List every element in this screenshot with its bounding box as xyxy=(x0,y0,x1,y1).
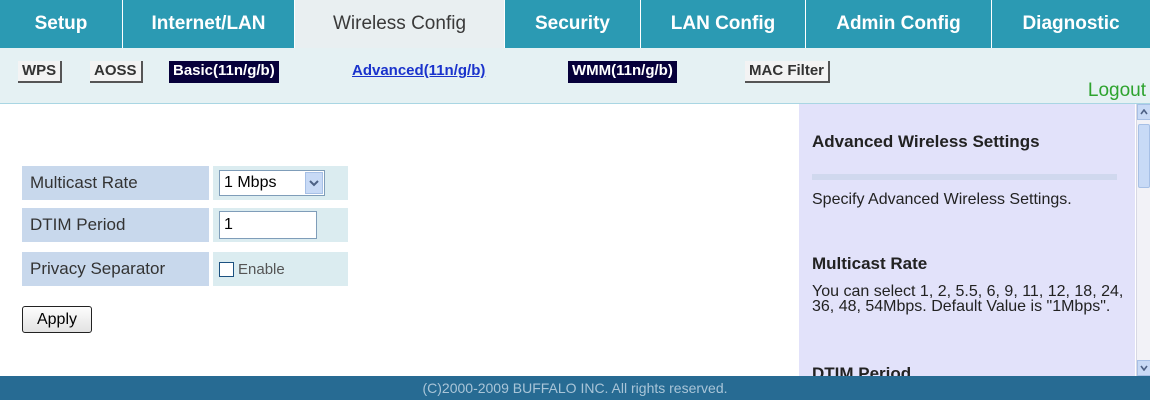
privacy-separator-checkbox[interactable] xyxy=(219,261,234,277)
help-panel: Advanced Wireless Settings Specify Advan… xyxy=(799,104,1135,376)
tab-diagnostic[interactable]: Diagnostic xyxy=(992,0,1150,48)
help-dtim-heading: DTIM Period xyxy=(812,364,912,376)
tab-setup[interactable]: Setup xyxy=(0,0,123,48)
subtab-basic[interactable]: Basic(11n/g/b) xyxy=(169,61,279,83)
help-multicast-text: You can select 1, 2, 5.5, 6, 9, 11, 12, … xyxy=(812,283,1124,315)
scrollbar-thumb[interactable] xyxy=(1138,124,1150,188)
scroll-down-icon[interactable] xyxy=(1137,360,1150,376)
privacy-separator-row: Privacy Separator Enable xyxy=(22,252,348,286)
multicast-rate-row: Multicast Rate 1 Mbps xyxy=(22,166,348,200)
subtab-wps[interactable]: WPS xyxy=(18,61,63,83)
tab-admin-config[interactable]: Admin Config xyxy=(806,0,992,48)
top-nav: Setup Internet/LAN Wireless Config Secur… xyxy=(0,0,1150,48)
privacy-separator-cell: Enable xyxy=(213,252,348,286)
multicast-rate-value: 1 Mbps xyxy=(224,174,277,191)
subtab-aoss[interactable]: AOSS xyxy=(90,61,143,83)
help-multicast-heading: Multicast Rate xyxy=(812,254,928,273)
dtim-period-label: DTIM Period xyxy=(22,208,209,242)
logout-link[interactable]: Logout xyxy=(1088,80,1146,102)
sub-nav: WPS AOSS Basic(11n/g/b) Advanced(11n/g/b… xyxy=(0,48,1150,104)
multicast-rate-select[interactable]: 1 Mbps xyxy=(219,170,325,196)
dtim-period-cell: 1 xyxy=(213,208,348,242)
subtab-wmm[interactable]: WMM(11n/g/b) xyxy=(568,61,677,83)
help-title: Advanced Wireless Settings xyxy=(812,132,1040,151)
subtab-advanced[interactable]: Advanced(11n/g/b) xyxy=(348,61,490,83)
dtim-period-input[interactable]: 1 xyxy=(219,211,317,239)
help-scrollbar[interactable] xyxy=(1136,104,1150,376)
help-divider xyxy=(812,174,1117,180)
tab-lan-config[interactable]: LAN Config xyxy=(641,0,806,48)
dtim-period-row: DTIM Period 1 xyxy=(22,208,348,242)
scroll-up-icon[interactable] xyxy=(1137,104,1150,120)
tab-internet-lan[interactable]: Internet/LAN xyxy=(123,0,295,48)
multicast-rate-label: Multicast Rate xyxy=(22,166,209,200)
copyright-footer: (C)2000-2009 BUFFALO INC. All rights res… xyxy=(0,376,1150,400)
multicast-rate-cell: 1 Mbps xyxy=(213,166,348,200)
apply-button[interactable]: Apply xyxy=(22,306,92,333)
subtab-mac-filter[interactable]: MAC Filter xyxy=(745,61,830,83)
tab-wireless-config[interactable]: Wireless Config xyxy=(295,0,505,48)
enable-label[interactable]: Enable xyxy=(238,261,285,278)
privacy-separator-label: Privacy Separator xyxy=(22,252,209,286)
help-intro: Specify Advanced Wireless Settings. xyxy=(812,191,1072,208)
chevron-down-icon[interactable] xyxy=(305,172,323,194)
tab-security[interactable]: Security xyxy=(505,0,641,48)
